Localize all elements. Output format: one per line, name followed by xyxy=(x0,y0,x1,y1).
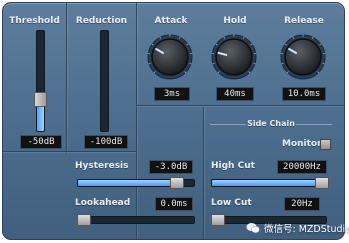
side-chain-title: Side Chain xyxy=(247,119,295,128)
reduction-label: Reduction xyxy=(75,16,128,26)
divider xyxy=(3,151,136,152)
threshold-fader-track[interactable] xyxy=(36,30,45,132)
noise-gate-panel: Threshold -50dB Reduction -100dB Attack … xyxy=(2,2,345,240)
reduction-value-field[interactable]: -100dB xyxy=(84,135,128,149)
wechat-watermark: 微信号: MZDStudios xyxy=(246,218,349,238)
attack-label: Attack xyxy=(154,16,188,26)
divider xyxy=(203,107,204,239)
divider xyxy=(136,105,344,106)
high-cut-slider-track[interactable] xyxy=(211,179,327,187)
watermark-text: 微信号: MZDStudios xyxy=(264,224,349,235)
monitor-label: Monitor xyxy=(282,139,322,149)
side-chain-rule-left xyxy=(210,124,246,125)
threshold-value-field[interactable]: -50dB xyxy=(20,135,62,149)
divider xyxy=(136,3,137,239)
lookahead-slider-handle[interactable] xyxy=(77,214,91,226)
wechat-icon xyxy=(246,222,260,234)
low-cut-value-field[interactable]: 20Hz xyxy=(284,197,320,211)
high-cut-value-field[interactable]: 20000Hz xyxy=(277,160,327,174)
threshold-fader-handle[interactable] xyxy=(34,92,47,107)
high-cut-label: High Cut xyxy=(211,161,255,171)
hysteresis-slider-handle[interactable] xyxy=(170,177,185,189)
attack-knob[interactable] xyxy=(146,33,194,81)
release-knob[interactable] xyxy=(279,33,327,81)
attack-value-field[interactable]: 3ms xyxy=(154,87,190,101)
hysteresis-label: Hysteresis xyxy=(75,161,129,171)
lookahead-value-field[interactable]: 0.0ms xyxy=(155,197,193,211)
hysteresis-value-field[interactable]: -3.0dB xyxy=(149,160,193,174)
lookahead-label: Lookahead xyxy=(75,198,131,208)
side-chain-rule-right xyxy=(296,124,332,125)
release-label: Release xyxy=(284,16,324,26)
monitor-checkbox[interactable] xyxy=(320,139,331,150)
hold-knob[interactable] xyxy=(210,33,258,81)
low-cut-label: Low Cut xyxy=(211,198,252,208)
hysteresis-slider-fill xyxy=(78,180,181,186)
high-cut-slider-fill xyxy=(212,180,326,186)
reduction-fader-track[interactable] xyxy=(100,30,109,132)
low-cut-slider-handle[interactable] xyxy=(211,214,225,226)
hold-value-field[interactable]: 40ms xyxy=(216,87,254,101)
high-cut-slider-handle[interactable] xyxy=(315,177,329,189)
threshold-label: Threshold xyxy=(9,16,60,26)
hold-label: Hold xyxy=(223,16,247,26)
lookahead-slider-track[interactable] xyxy=(77,216,195,224)
release-value-field[interactable]: 10.0ms xyxy=(282,87,326,101)
